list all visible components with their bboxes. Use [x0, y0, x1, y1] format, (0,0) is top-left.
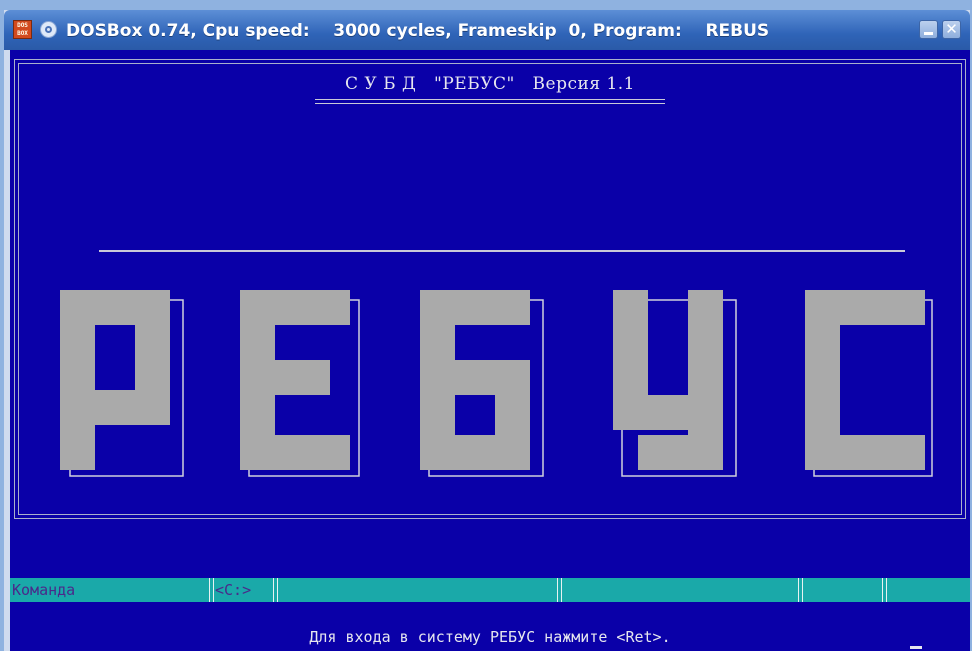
- dos-screen[interactable]: С У Б Д "РЕБУС" Версия 1.1 Команда <C:> …: [10, 50, 970, 651]
- text-cursor: [910, 646, 922, 649]
- command-label: Команда: [12, 581, 76, 599]
- drive-indicator: <C:>: [215, 581, 252, 599]
- window-menu-icon[interactable]: [40, 21, 57, 38]
- status-separator: [557, 578, 562, 602]
- logo-letter-B: [420, 290, 530, 470]
- status-separator: [273, 578, 278, 602]
- status-separator: [798, 578, 803, 602]
- dosbox-window: DOS BOX DOSBox 0.74, Cpu speed: 3000 cyc…: [4, 10, 970, 651]
- rebus-logo: [10, 50, 970, 651]
- logo-letter-U: [613, 290, 723, 470]
- window-title: DOSBox 0.74, Cpu speed: 3000 cycles, Fra…: [66, 21, 770, 41]
- logo-letter-E: [240, 290, 350, 470]
- dosbox-app-icon[interactable]: DOS BOX: [13, 20, 32, 39]
- logo-letter-R: [60, 290, 170, 470]
- status-separator: [209, 578, 214, 602]
- status-bar: Команда <C:>: [10, 578, 970, 602]
- logo-letter-S: [805, 290, 925, 470]
- rebus-logo-graphic: [60, 290, 933, 477]
- title-bar[interactable]: DOS BOX DOSBox 0.74, Cpu speed: 3000 cyc…: [4, 10, 970, 50]
- close-button[interactable]: ✕: [942, 20, 961, 39]
- status-separator: [882, 578, 887, 602]
- login-prompt: Для входа в систему РЕБУС нажмите <Ret>.: [309, 628, 671, 646]
- minimize-button[interactable]: [919, 20, 938, 39]
